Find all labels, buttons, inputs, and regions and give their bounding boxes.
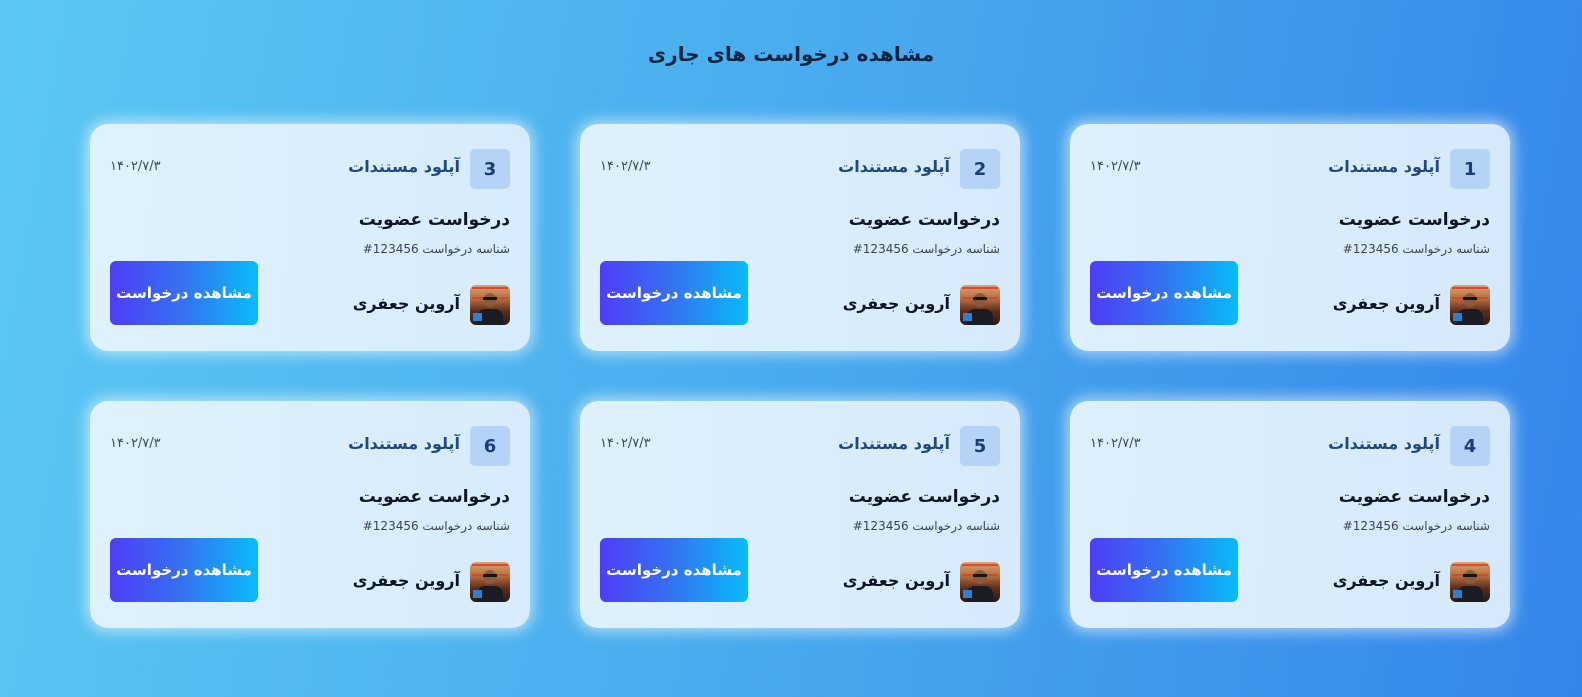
- view-request-button[interactable]: مشاهده درخواست: [1090, 538, 1238, 602]
- user-avatar-icon: [470, 285, 510, 325]
- request-title: درخواست عضویت: [358, 487, 510, 507]
- request-type: آپلود مستندات: [838, 157, 950, 176]
- view-request-button[interactable]: مشاهده درخواست: [1090, 261, 1238, 325]
- request-card: 3 آپلود مستندات ۱۴۰۲/۷/۳ درخواست عضویت ش…: [90, 124, 530, 351]
- request-title: درخواست عضویت: [1338, 210, 1490, 230]
- request-card: 4 آپلود مستندات ۱۴۰۲/۷/۳ درخواست عضویت ش…: [1070, 401, 1510, 628]
- request-date: ۱۴۰۲/۷/۳: [1090, 436, 1141, 451]
- view-request-button[interactable]: مشاهده درخواست: [600, 261, 748, 325]
- request-number-badge: 6: [470, 426, 510, 466]
- requests-grid: 1 آپلود مستندات ۱۴۰۲/۷/۳ درخواست عضویت ش…: [89, 124, 1510, 628]
- user-avatar-icon: [960, 562, 1000, 602]
- request-id: شناسه درخواست 123456#: [1342, 519, 1490, 533]
- user-name: آروین جعفری: [1332, 571, 1440, 590]
- user-name: آروین جعفری: [842, 294, 950, 313]
- request-type: آپلود مستندات: [348, 434, 460, 453]
- page-title: مشاهده درخواست های جاری: [647, 42, 935, 66]
- request-id: شناسه درخواست 123456#: [852, 519, 1000, 533]
- request-card: 2 آپلود مستندات ۱۴۰۲/۷/۳ درخواست عضویت ش…: [580, 124, 1020, 351]
- request-id: شناسه درخواست 123456#: [852, 242, 1000, 256]
- request-card: 6 آپلود مستندات ۱۴۰۲/۷/۳ درخواست عضویت ش…: [90, 401, 530, 628]
- request-title: درخواست عضویت: [1338, 487, 1490, 507]
- request-type: آپلود مستندات: [1328, 157, 1440, 176]
- view-request-button[interactable]: مشاهده درخواست: [110, 538, 258, 602]
- request-title: درخواست عضویت: [358, 210, 510, 230]
- request-number-badge: 3: [470, 149, 510, 189]
- user-avatar-icon: [1450, 285, 1490, 325]
- request-id: شناسه درخواست 123456#: [1342, 242, 1490, 256]
- user-name: آروین جعفری: [352, 571, 460, 590]
- user-name: آروین جعفری: [1332, 294, 1440, 313]
- request-number-badge: 4: [1450, 426, 1490, 466]
- request-date: ۱۴۰۲/۷/۳: [110, 159, 161, 174]
- request-type: آپلود مستندات: [838, 434, 950, 453]
- request-date: ۱۴۰۲/۷/۳: [600, 436, 651, 451]
- user-name: آروین جعفری: [842, 571, 950, 590]
- request-title: درخواست عضویت: [848, 210, 1000, 230]
- request-type: آپلود مستندات: [348, 157, 460, 176]
- request-card: 5 آپلود مستندات ۱۴۰۲/۷/۳ درخواست عضویت ش…: [580, 401, 1020, 628]
- user-avatar-icon: [960, 285, 1000, 325]
- request-date: ۱۴۰۲/۷/۳: [110, 436, 161, 451]
- user-avatar-icon: [1450, 562, 1490, 602]
- request-number-badge: 1: [1450, 149, 1490, 189]
- request-number-badge: 5: [960, 426, 1000, 466]
- user-name: آروین جعفری: [352, 294, 460, 313]
- request-card: 1 آپلود مستندات ۱۴۰۲/۷/۳ درخواست عضویت ش…: [1070, 124, 1510, 351]
- view-request-button[interactable]: مشاهده درخواست: [110, 261, 258, 325]
- request-number-badge: 2: [960, 149, 1000, 189]
- request-id: شناسه درخواست 123456#: [362, 519, 510, 533]
- request-title: درخواست عضویت: [848, 487, 1000, 507]
- request-id: شناسه درخواست 123456#: [362, 242, 510, 256]
- view-request-button[interactable]: مشاهده درخواست: [600, 538, 748, 602]
- user-avatar-icon: [470, 562, 510, 602]
- request-date: ۱۴۰۲/۷/۳: [1090, 159, 1141, 174]
- request-type: آپلود مستندات: [1328, 434, 1440, 453]
- request-date: ۱۴۰۲/۷/۳: [600, 159, 651, 174]
